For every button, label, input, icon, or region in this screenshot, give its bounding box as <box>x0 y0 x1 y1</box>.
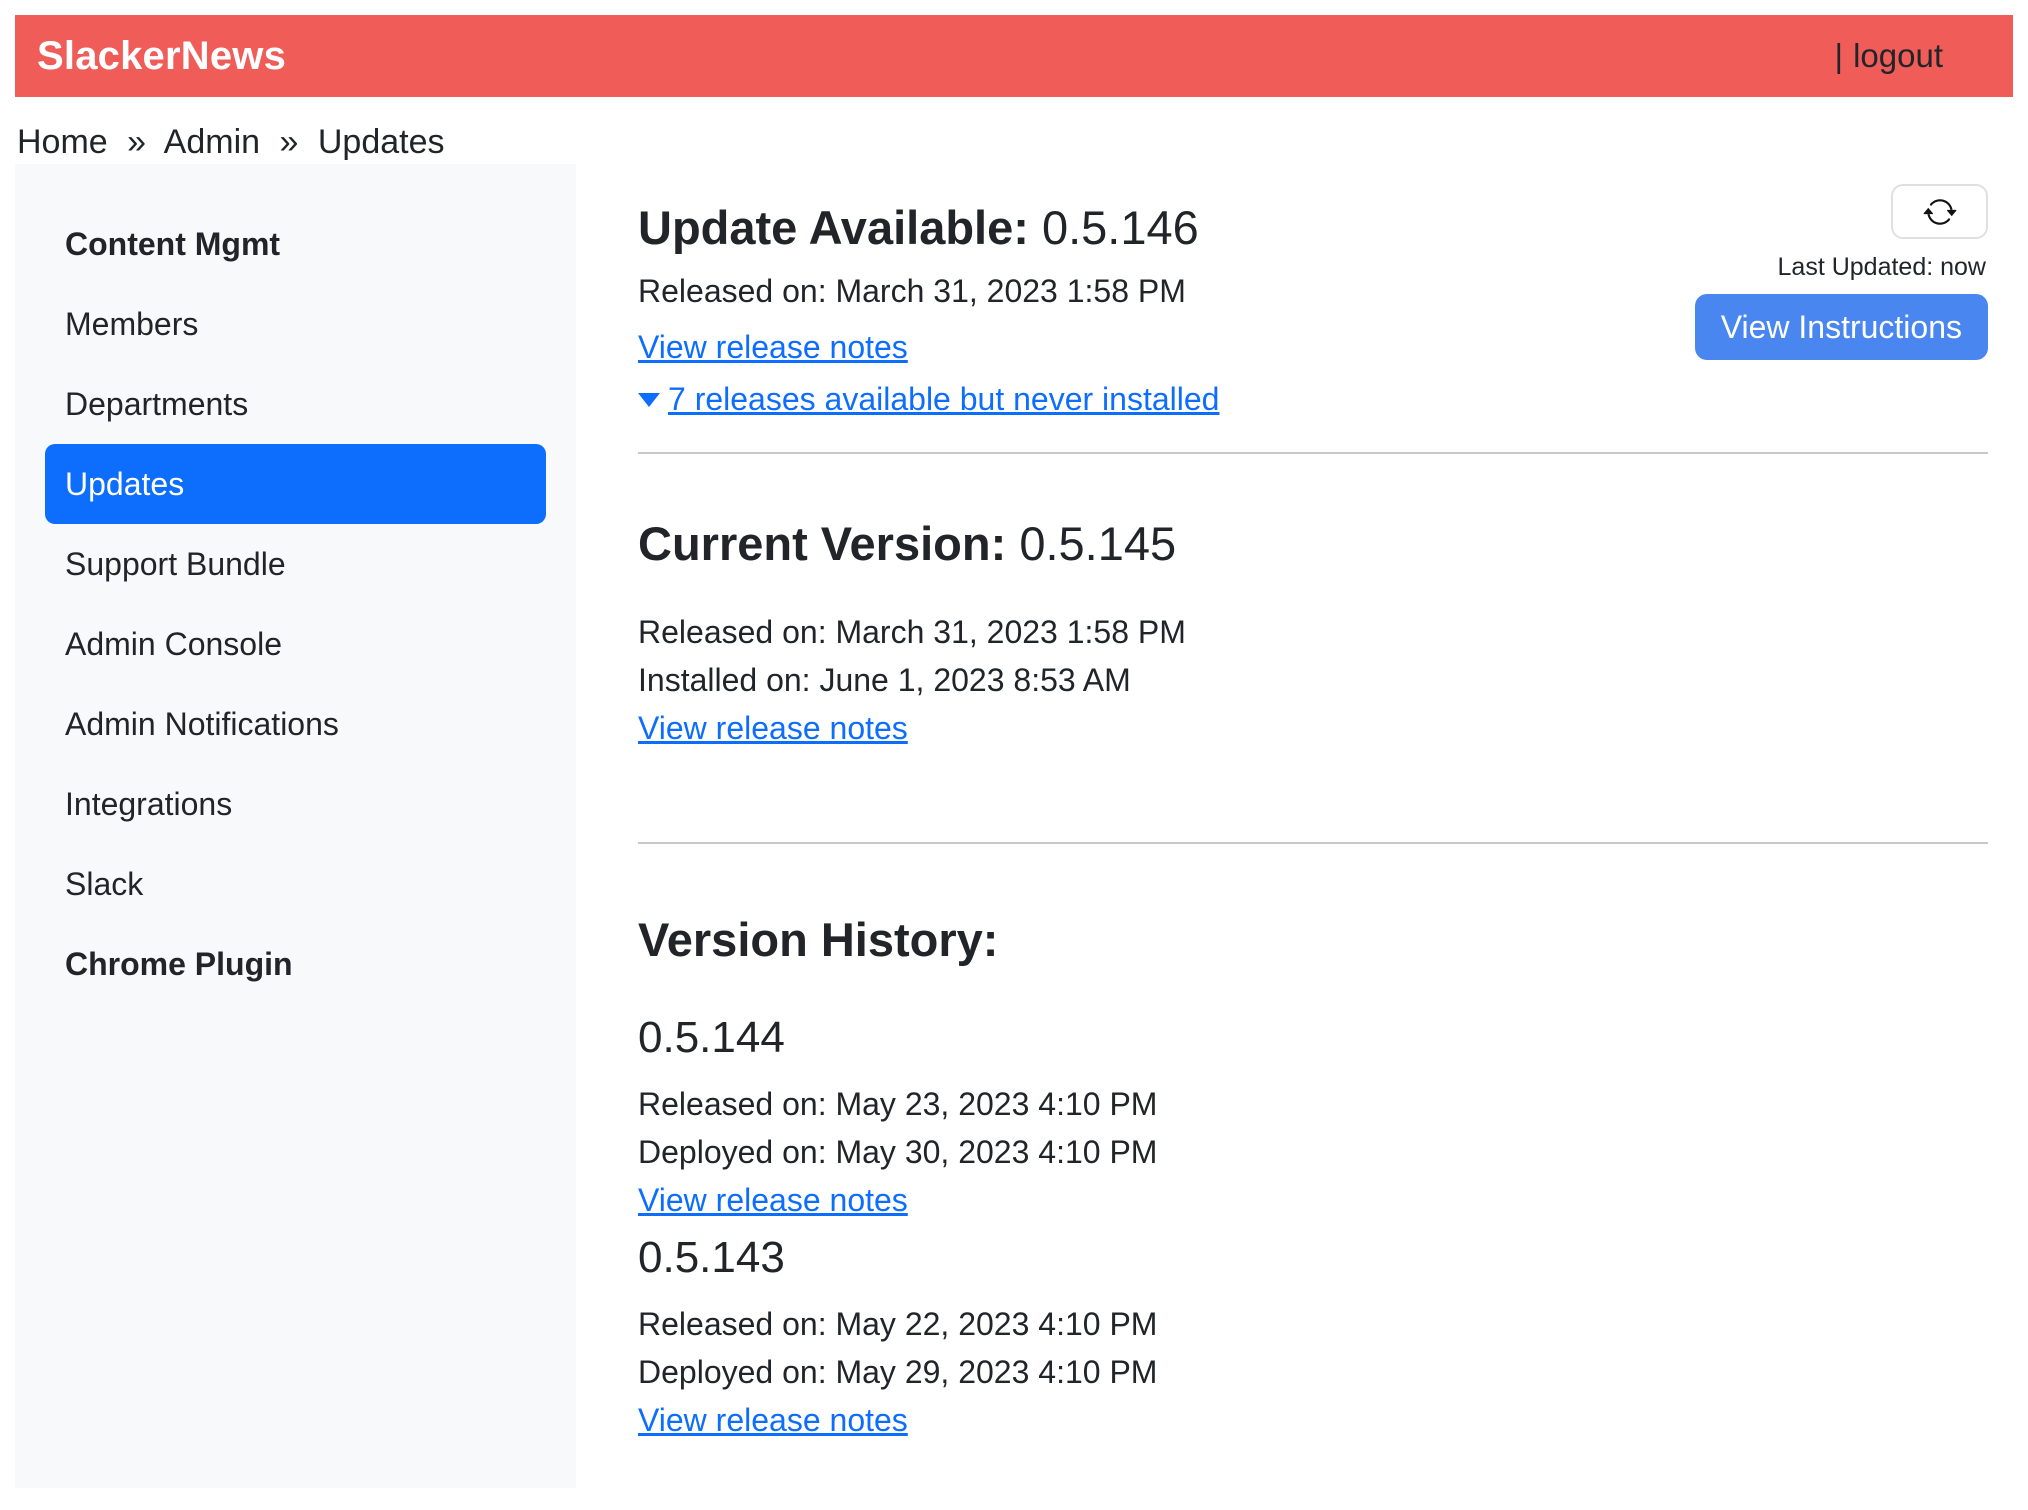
sidebar-item-chrome-plugin[interactable]: Chrome Plugin <box>45 924 546 1004</box>
history-version-number: 0.5.143 <box>638 1232 1988 1284</box>
sidebar-item-members[interactable]: Members <box>45 284 546 364</box>
update-available-title: Update Available: 0.5.146 <box>638 200 1219 256</box>
history-released-on: Released on: May 23, 2023 4:10 PM <box>638 1080 1988 1128</box>
update-available-section: Update Available: 0.5.146 Released on: M… <box>638 200 1988 420</box>
current-version-title: Current Version: 0.5.145 <box>638 516 1988 572</box>
sidebar-item-departments[interactable]: Departments <box>45 364 546 444</box>
update-available-label: Update Available: <box>638 201 1029 254</box>
section-divider <box>638 842 1988 844</box>
update-controls: Last Updated: now View Instructions <box>1655 184 1988 360</box>
update-release-notes-link[interactable]: View release notes <box>638 329 908 365</box>
update-available-info: Update Available: 0.5.146 Released on: M… <box>638 200 1219 420</box>
sidebar: Content Mgmt Members Departments Updates… <box>15 164 576 1488</box>
breadcrumb: Home » Admin » Updates <box>15 97 2013 164</box>
sidebar-item-content-mgmt[interactable]: Content Mgmt <box>45 204 546 284</box>
history-version-number: 0.5.144 <box>638 1012 1988 1064</box>
sidebar-item-slack[interactable]: Slack <box>45 844 546 924</box>
current-version-section: Current Version: 0.5.145 Released on: Ma… <box>638 516 1988 752</box>
refresh-button[interactable] <box>1891 184 1988 239</box>
current-release-notes-line: View release notes <box>638 704 1988 752</box>
version-history-entry: 0.5.144 Released on: May 23, 2023 4:10 P… <box>638 1012 1988 1224</box>
current-installed-on: Installed on: June 1, 2023 8:53 AM <box>638 656 1988 704</box>
history-released-on: Released on: May 22, 2023 4:10 PM <box>638 1300 1988 1348</box>
history-release-notes-line: View release notes <box>638 1396 1988 1444</box>
brand-logo[interactable]: SlackerNews <box>37 34 286 79</box>
sidebar-item-updates[interactable]: Updates <box>45 444 546 524</box>
pending-releases-toggle: 7 releases available but never installed <box>638 378 1219 420</box>
history-release-notes-line: View release notes <box>638 1176 1988 1224</box>
breadcrumb-item-admin[interactable]: Admin <box>164 123 260 161</box>
version-history-section: Version History: 0.5.144 Released on: Ma… <box>638 912 1988 1444</box>
history-deployed-on: Deployed on: May 29, 2023 4:10 PM <box>638 1348 1988 1396</box>
section-divider <box>638 452 1988 454</box>
app-header: SlackerNews |logout <box>15 15 2013 97</box>
logout-link[interactable]: logout <box>1853 37 1943 74</box>
breadcrumb-separator: » <box>127 123 146 161</box>
logout-separator: | <box>1835 37 1844 74</box>
last-updated-label: Last Updated: now <box>1778 253 1986 282</box>
sidebar-item-admin-notifications[interactable]: Admin Notifications <box>45 684 546 764</box>
history-deployed-on: Deployed on: May 30, 2023 4:10 PM <box>638 1128 1988 1176</box>
history-release-notes-link[interactable]: View release notes <box>638 1182 908 1218</box>
main-content: Update Available: 0.5.146 Released on: M… <box>576 164 2013 1488</box>
breadcrumb-separator: » <box>279 123 298 161</box>
logout-area: |logout <box>1835 37 1944 75</box>
update-available-version: 0.5.146 <box>1042 201 1199 254</box>
current-released-on: Released on: March 31, 2023 1:58 PM <box>638 608 1988 656</box>
current-release-notes-link[interactable]: View release notes <box>638 710 908 746</box>
current-version-number: 0.5.145 <box>1019 517 1176 570</box>
version-history-title: Version History: <box>638 912 1988 968</box>
breadcrumb-item-updates: Updates <box>318 123 445 161</box>
update-release-notes-line: View release notes <box>638 326 1219 368</box>
view-instructions-button[interactable]: View Instructions <box>1695 294 1988 360</box>
page-layout: Content Mgmt Members Departments Updates… <box>15 164 2013 1488</box>
current-version-label: Current Version: <box>638 517 1006 570</box>
pending-releases-link[interactable]: 7 releases available but never installed <box>668 381 1219 417</box>
refresh-icon <box>1923 195 1957 229</box>
caret-down-icon[interactable] <box>638 393 660 407</box>
update-released-on: Released on: March 31, 2023 1:58 PM <box>638 270 1219 312</box>
history-release-notes-link[interactable]: View release notes <box>638 1402 908 1438</box>
sidebar-item-integrations[interactable]: Integrations <box>45 764 546 844</box>
sidebar-item-admin-console[interactable]: Admin Console <box>45 604 546 684</box>
sidebar-item-support-bundle[interactable]: Support Bundle <box>45 524 546 604</box>
sidebar-nav: Content Mgmt Members Departments Updates… <box>15 204 576 1004</box>
version-history-entry: 0.5.143 Released on: May 22, 2023 4:10 P… <box>638 1232 1988 1444</box>
breadcrumb-item-home[interactable]: Home <box>17 123 108 161</box>
